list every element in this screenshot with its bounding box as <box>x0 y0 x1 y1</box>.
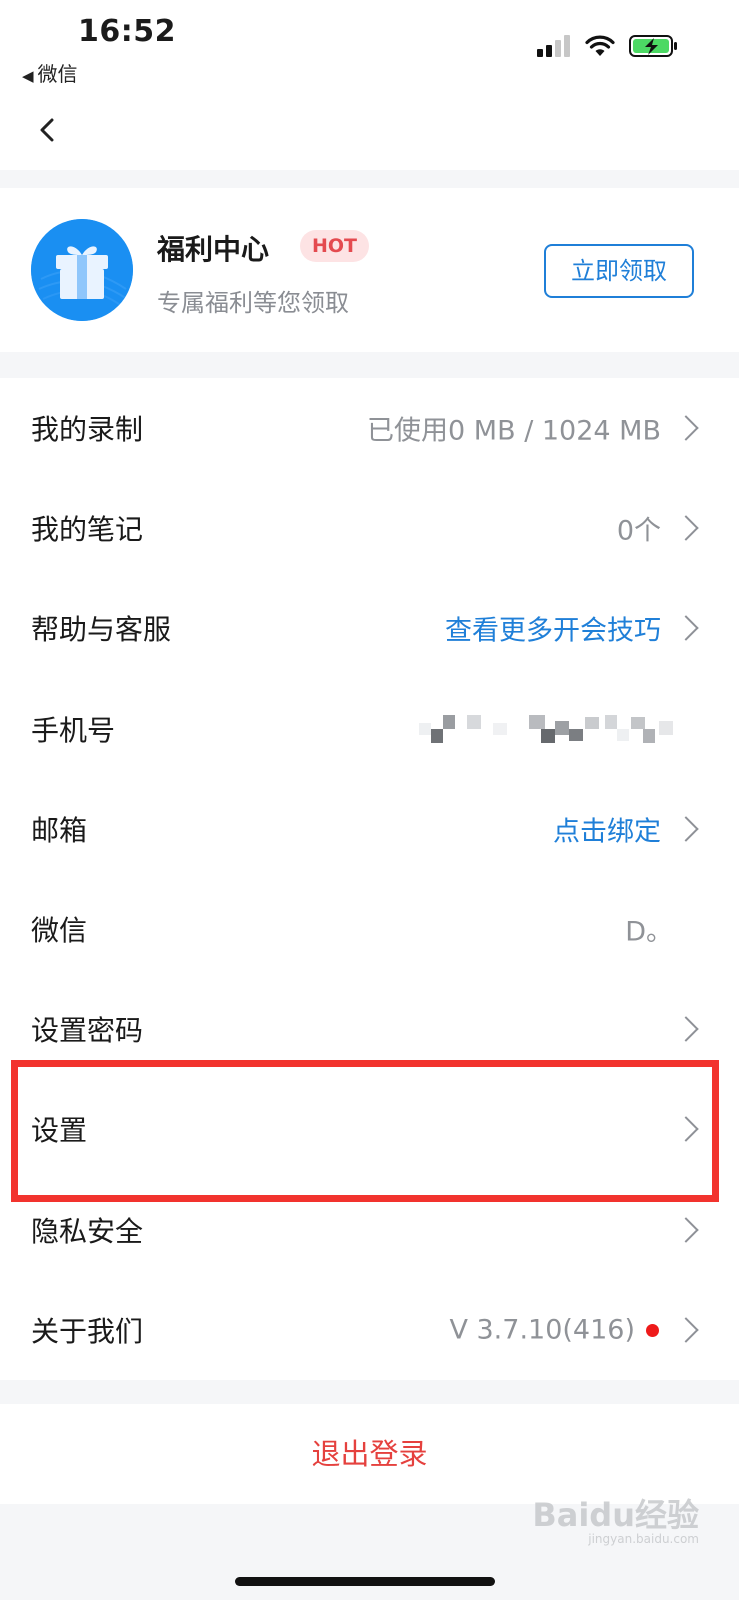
phone-number-mosaic <box>419 714 675 743</box>
back-to-app-link[interactable]: ◀ 微信 <box>22 58 78 87</box>
chevron-right-icon <box>673 515 699 542</box>
logout-button[interactable]: 退出登录 <box>0 1404 739 1504</box>
chevron-right-icon <box>673 615 699 642</box>
claim-now-button[interactable]: 立即领取 <box>544 244 694 298</box>
menu-item-label: 我的笔记 <box>31 513 144 547</box>
wifi-icon <box>585 35 615 56</box>
menu-item-label: 关于我们 <box>31 1314 144 1348</box>
battery-charging-icon <box>629 35 677 57</box>
watermark-sub: jingyan.baidu.com <box>588 1532 699 1546</box>
menu-item-value: D。 <box>625 916 673 948</box>
status-icons <box>537 34 679 58</box>
menu-item-notes[interactable]: 我的笔记 0个 <box>0 478 739 578</box>
menu-item-label: 微信 <box>31 914 88 948</box>
menu-item-value: 0个 <box>616 515 661 547</box>
menu-item-label: 帮助与客服 <box>31 613 172 647</box>
baidu-watermark: Baidu经验 jingyan.baidu.com <box>532 1490 699 1546</box>
menu-item-label: 邮箱 <box>31 813 88 847</box>
menu-item-value: 查看更多开会技巧 <box>445 615 661 647</box>
menu-item-label: 隐私安全 <box>31 1214 144 1248</box>
menu-item-about[interactable]: 关于我们 V 3.7.10(416) <box>0 1280 739 1380</box>
hot-badge: HOT <box>300 230 370 262</box>
update-dot-badge <box>646 1323 659 1337</box>
menu-item-set-password[interactable]: 设置密码 <box>0 979 739 1079</box>
back-triangle-icon: ◀ <box>22 67 34 85</box>
settings-menu: 我的录制 已使用0 MB / 1024 MB 我的笔记 0个 帮助与客服 查看更… <box>0 378 739 1380</box>
welfare-center-card[interactable]: 福利中心 HOT 专属福利等您领取 立即领取 <box>0 188 739 352</box>
menu-item-privacy[interactable]: 隐私安全 <box>0 1180 739 1280</box>
menu-item-phone: 手机号 <box>0 679 739 779</box>
watermark-text: Baidu经验 <box>532 1496 699 1534</box>
cellular-signal-icon <box>537 35 570 57</box>
menu-item-value: V 3.7.10(416) <box>449 1314 635 1346</box>
chevron-right-icon <box>673 816 699 842</box>
status-time: 16:52 <box>78 14 176 49</box>
gift-icon <box>31 219 133 321</box>
chevron-left-icon <box>40 118 54 142</box>
menu-item-value: 点击绑定 <box>553 816 661 848</box>
menu-item-label: 手机号 <box>31 713 116 747</box>
chevron-right-icon <box>673 1317 699 1343</box>
menu-item-recordings[interactable]: 我的录制 已使用0 MB / 1024 MB <box>0 378 739 478</box>
status-bar: 16:52 ◀ 微信 <box>0 0 739 90</box>
home-indicator[interactable] <box>235 1577 495 1586</box>
menu-item-help[interactable]: 帮助与客服 查看更多开会技巧 <box>0 578 739 678</box>
chevron-right-icon <box>673 1216 699 1243</box>
menu-item-label: 设置 <box>31 1114 88 1148</box>
menu-item-label: 设置密码 <box>31 1014 144 1048</box>
menu-item-wechat: 微信 D。 <box>0 879 739 979</box>
chevron-right-icon <box>673 1116 699 1143</box>
back-app-label: 微信 <box>37 62 78 86</box>
menu-item-label: 我的录制 <box>31 413 144 447</box>
nav-bar <box>0 90 739 170</box>
menu-item-settings[interactable]: 设置 <box>0 1079 739 1179</box>
menu-item-value: 已使用0 MB / 1024 MB <box>367 415 661 447</box>
chevron-right-icon <box>673 1016 699 1042</box>
chevron-right-icon <box>673 415 699 441</box>
menu-item-email[interactable]: 邮箱 点击绑定 <box>0 779 739 879</box>
back-button[interactable] <box>32 110 68 150</box>
welfare-subtitle: 专属福利等您领取 <box>157 289 349 317</box>
welfare-title: 福利中心 <box>157 233 270 266</box>
